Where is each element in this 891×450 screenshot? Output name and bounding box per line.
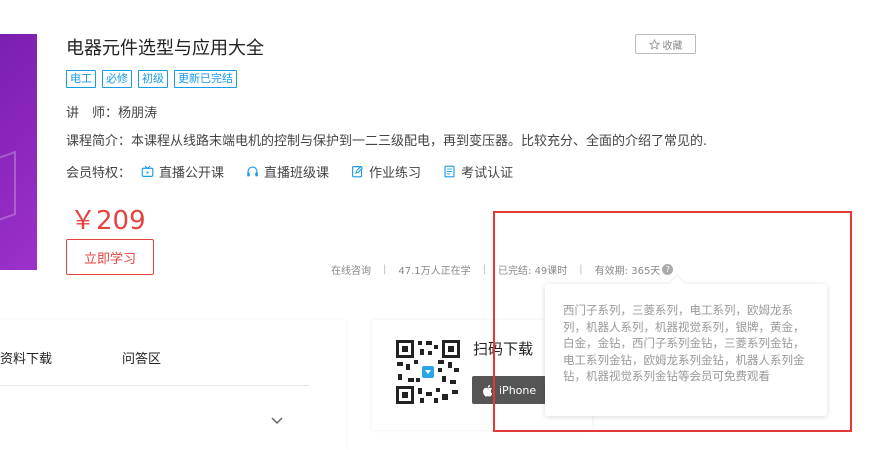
perk-label: 直播公开课: [159, 166, 225, 181]
stats-divider: |: [482, 264, 487, 275]
perk-label: 直播班级课: [264, 166, 330, 181]
perk-live-class-course[interactable]: 直播班级课: [246, 162, 329, 181]
teacher-label: 讲 师：: [66, 106, 119, 121]
intro-text: 本课程从线路末端电机的控制与保护到一二三级配电，再到变压器。比较充分、全面的介绍…: [131, 134, 706, 149]
course-title: 电器元件选型与应用大全: [66, 38, 264, 59]
teacher-name: 杨朋涛: [118, 106, 158, 121]
perk-homework[interactable]: 作业练习: [351, 162, 421, 181]
cover-graphic: [0, 150, 16, 222]
highlight-box: [493, 211, 852, 432]
intro-label: 课程简介：: [66, 134, 132, 149]
tag-required: 必修: [102, 70, 132, 88]
star-icon: [648, 38, 660, 50]
tag-status: 更新已完结: [174, 70, 237, 88]
tag-level: 初级: [138, 70, 168, 88]
tab-divider: [0, 385, 309, 386]
qr-code: [394, 338, 462, 406]
member-perks: 会员特权： 直播公开课 直播班级课 作业练习 考试认证: [66, 162, 535, 181]
favorite-label: 收藏: [662, 40, 683, 52]
perk-exam[interactable]: 考试认证: [443, 162, 513, 181]
perks-label: 会员特权：: [66, 166, 132, 181]
stats-divider: |: [383, 264, 387, 275]
course-cover-image: [0, 34, 37, 270]
teacher-line: 讲 师：杨朋涛: [66, 102, 157, 121]
perk-label: 考试认证: [461, 166, 514, 181]
edit-note-icon: [352, 165, 364, 178]
perk-label: 作业练习: [369, 166, 422, 181]
course-price: ￥209: [70, 206, 146, 236]
tab-qa[interactable]: 问答区: [122, 348, 161, 367]
live-tv-icon: [141, 165, 154, 177]
perk-live-open-class[interactable]: 直播公开课: [141, 162, 224, 181]
online-consult-link[interactable]: 在线咨询: [331, 262, 371, 277]
exam-doc-icon: [444, 165, 455, 178]
start-learning-button[interactable]: 立即学习: [66, 239, 154, 275]
chevron-down-icon[interactable]: [270, 416, 284, 426]
course-intro: 课程简介：本课程从线路末端电机的控制与保护到一二三级配电，再到变压器。比较充分、…: [66, 130, 706, 149]
tag-category: 电工: [66, 70, 96, 88]
tab-downloads[interactable]: 资料下载: [0, 348, 52, 367]
headset-icon: [247, 166, 258, 177]
course-tags: 电工 必修 初级 更新已完结: [66, 70, 237, 88]
apple-icon: [483, 384, 493, 397]
favorite-button[interactable]: 收藏: [635, 34, 696, 54]
learner-count: 47.1万人正在学: [398, 266, 471, 277]
